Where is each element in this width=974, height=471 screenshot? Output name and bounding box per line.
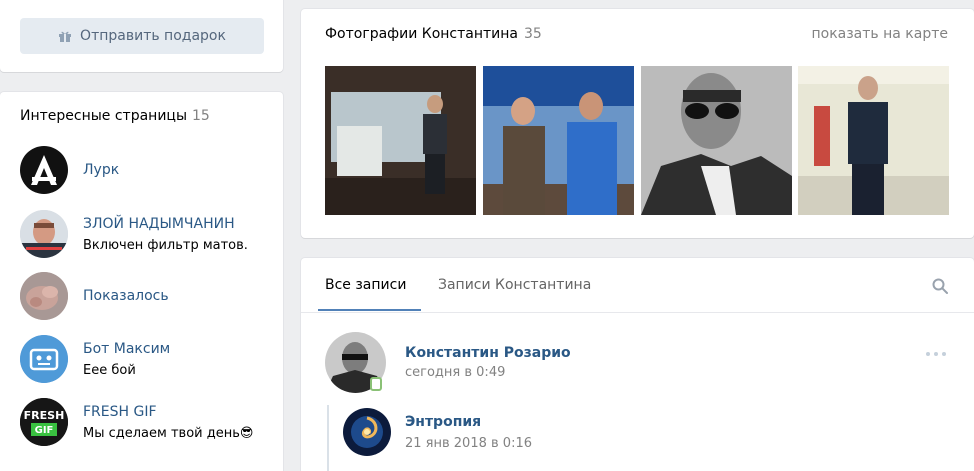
page-item-lurk[interactable]: Лурк [20, 146, 275, 194]
gift-card: Отправить подарок [0, 0, 283, 72]
photo-thumbnail[interactable] [798, 66, 949, 215]
search-icon[interactable] [932, 278, 948, 294]
page-item-fresh-gif[interactable]: FRESH GIF FRESH GIF Мы сделаем твой день… [20, 398, 275, 446]
photo-thumbnail[interactable] [641, 66, 792, 215]
send-gift-label: Отправить подарок [80, 28, 226, 44]
page-description: Еее бой [83, 362, 136, 378]
community-avatar-icon [20, 210, 68, 258]
page-name[interactable]: Лурк [83, 162, 119, 178]
interesting-pages-title[interactable]: Интересные страницы 15 [20, 108, 210, 124]
tab-owner-posts[interactable]: Записи Константина [438, 277, 591, 293]
wall-tabs: Все записи Записи Константина [301, 258, 974, 313]
svg-text:GIF: GIF [35, 425, 54, 436]
community-avatar-icon [20, 272, 68, 320]
interesting-pages-block: Интересные страницы 15 Лурк ЗЛОЙ НАДЫМЧАН… [0, 92, 283, 471]
post-author-name[interactable]: Константин Розарио [405, 345, 571, 361]
repost-source-avatar[interactable] [343, 408, 391, 456]
interesting-pages-title-text: Интересные страницы [20, 108, 188, 124]
page-name[interactable]: ЗЛОЙ НАДЫМЧАНИН [83, 216, 248, 232]
page-name[interactable]: Бот Максим [83, 341, 170, 357]
send-gift-button[interactable]: Отправить подарок [20, 18, 264, 54]
repost-date[interactable]: 21 янв 2018 в 0:16 [405, 436, 532, 451]
tab-all-posts[interactable]: Все записи [325, 277, 406, 293]
page-name[interactable]: Показалось [83, 288, 169, 304]
post-date[interactable]: сегодня в 0:49 [405, 365, 505, 380]
photo-thumbnail[interactable] [483, 66, 634, 215]
robot-avatar-icon [20, 335, 68, 383]
page-description: Включен фильтр матов. [83, 237, 248, 253]
svg-text:FRESH: FRESH [24, 409, 65, 422]
repost-source-name[interactable]: Энтропия [405, 414, 481, 430]
photo-thumbnail[interactable] [325, 66, 476, 215]
page-name[interactable]: FRESH GIF [83, 404, 253, 420]
page-description: Мы сделаем твой день😎 [83, 425, 254, 441]
mobile-online-icon [370, 376, 382, 391]
page-item-bot-maxim[interactable]: Бот Максим Еее бой [20, 335, 275, 383]
show-on-map-link[interactable]: показать на карте [811, 26, 948, 42]
repost-divider [327, 405, 329, 471]
active-tab-indicator [318, 309, 421, 311]
page-item-zloy-nadymchanin[interactable]: ЗЛОЙ НАДЫМЧАНИН Включен фильтр матов. [20, 210, 275, 258]
interesting-pages-count: 15 [192, 108, 210, 124]
photos-title[interactable]: Фотографии Константина 35 [325, 26, 542, 42]
more-actions-icon[interactable] [926, 350, 948, 358]
gift-icon [59, 31, 72, 42]
photos-title-text: Фотографии Константина [325, 26, 519, 42]
page-item-pokazalos[interactable]: Показалось [20, 272, 275, 320]
photos-block: Фотографии Константина 35 показать на кар… [301, 9, 974, 238]
lurk-logo-icon [20, 146, 68, 194]
wall-block: Все записи Записи Константина Константин… [301, 258, 974, 471]
photos-count: 35 [524, 26, 542, 42]
fresh-gif-logo-icon: FRESH GIF [20, 398, 68, 446]
